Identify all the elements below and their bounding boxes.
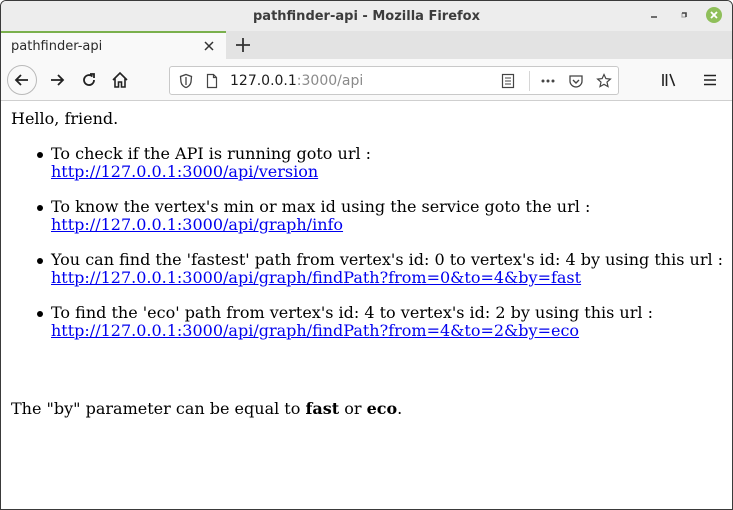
- list-item: You can find the 'fastest' path from ver…: [37, 250, 724, 287]
- home-icon[interactable]: [106, 66, 134, 94]
- tab-label: pathfinder-api: [11, 38, 103, 54]
- list-item: To check if the API is running goto url …: [37, 144, 724, 181]
- page-content: Hello, friend. To check if the API is ru…: [1, 101, 732, 509]
- restore-icon[interactable]: [676, 7, 692, 23]
- pocket-icon[interactable]: [568, 73, 584, 89]
- note-eco: eco: [366, 399, 398, 418]
- list-item: To know the vertex's min or max id using…: [37, 197, 724, 234]
- window-title: pathfinder-api - Mozilla Firefox: [253, 8, 480, 24]
- url-bar[interactable]: 127.0.0.1:3000/api: [169, 66, 619, 95]
- menu-icon[interactable]: [696, 66, 724, 94]
- note-fast: fast: [305, 399, 340, 418]
- item-text: To know the vertex's min or max id using…: [51, 197, 591, 216]
- forward-arrow-icon[interactable]: [43, 66, 71, 94]
- new-tab-icon[interactable]: [233, 35, 253, 55]
- instruction-list: To check if the API is running goto url …: [1, 145, 724, 357]
- close-icon[interactable]: [706, 7, 722, 23]
- list-item: To find the 'eco' path from vertex's id:…: [37, 303, 724, 340]
- version-link[interactable]: http://127.0.0.1:3000/api/version: [51, 162, 318, 181]
- title-bar: pathfinder-api - Mozilla Firefox: [1, 1, 732, 31]
- back-arrow-icon[interactable]: [7, 65, 37, 95]
- greeting-text: Hello, friend.: [11, 109, 119, 128]
- shield-icon[interactable]: [178, 73, 194, 89]
- url-host: 127.0.0.1: [230, 73, 297, 89]
- fast-path-link[interactable]: http://127.0.0.1:3000/api/graph/findPath…: [51, 268, 581, 287]
- reload-icon[interactable]: [75, 66, 103, 94]
- reader-view-icon[interactable]: [500, 73, 516, 89]
- tab-strip: pathfinder-api: [1, 31, 732, 59]
- item-text: You can find the 'fastest' path from ver…: [51, 250, 724, 269]
- note-suffix: .: [397, 399, 403, 418]
- window-controls: [646, 7, 722, 23]
- by-parameter-note: The "by" parameter can be equal to fast …: [11, 399, 402, 418]
- tab-pathfinder-api[interactable]: pathfinder-api: [1, 31, 226, 59]
- navigation-toolbar: 127.0.0.1:3000/api: [1, 59, 732, 101]
- tab-close-icon[interactable]: [202, 39, 216, 53]
- graph-info-link[interactable]: http://127.0.0.1:3000/api/graph/info: [51, 215, 343, 234]
- star-icon[interactable]: [596, 73, 612, 89]
- note-prefix: The "by" parameter can be equal to: [11, 399, 306, 418]
- more-icon[interactable]: [540, 73, 556, 89]
- url-text: 127.0.0.1:3000/api: [230, 73, 363, 89]
- item-text: To find the 'eco' path from vertex's id:…: [51, 303, 653, 322]
- url-divider: [529, 71, 530, 91]
- minimize-icon[interactable]: [646, 7, 662, 23]
- browser-window: pathfinder-api - Mozilla Firefox pathfin…: [0, 0, 733, 510]
- eco-path-link[interactable]: http://127.0.0.1:3000/api/graph/findPath…: [51, 321, 579, 340]
- page-icon[interactable]: [204, 73, 220, 89]
- item-text: To check if the API is running goto url …: [51, 144, 372, 163]
- url-path: :3000/api: [296, 73, 364, 89]
- note-middle: or: [339, 399, 367, 418]
- library-icon[interactable]: [655, 66, 683, 94]
